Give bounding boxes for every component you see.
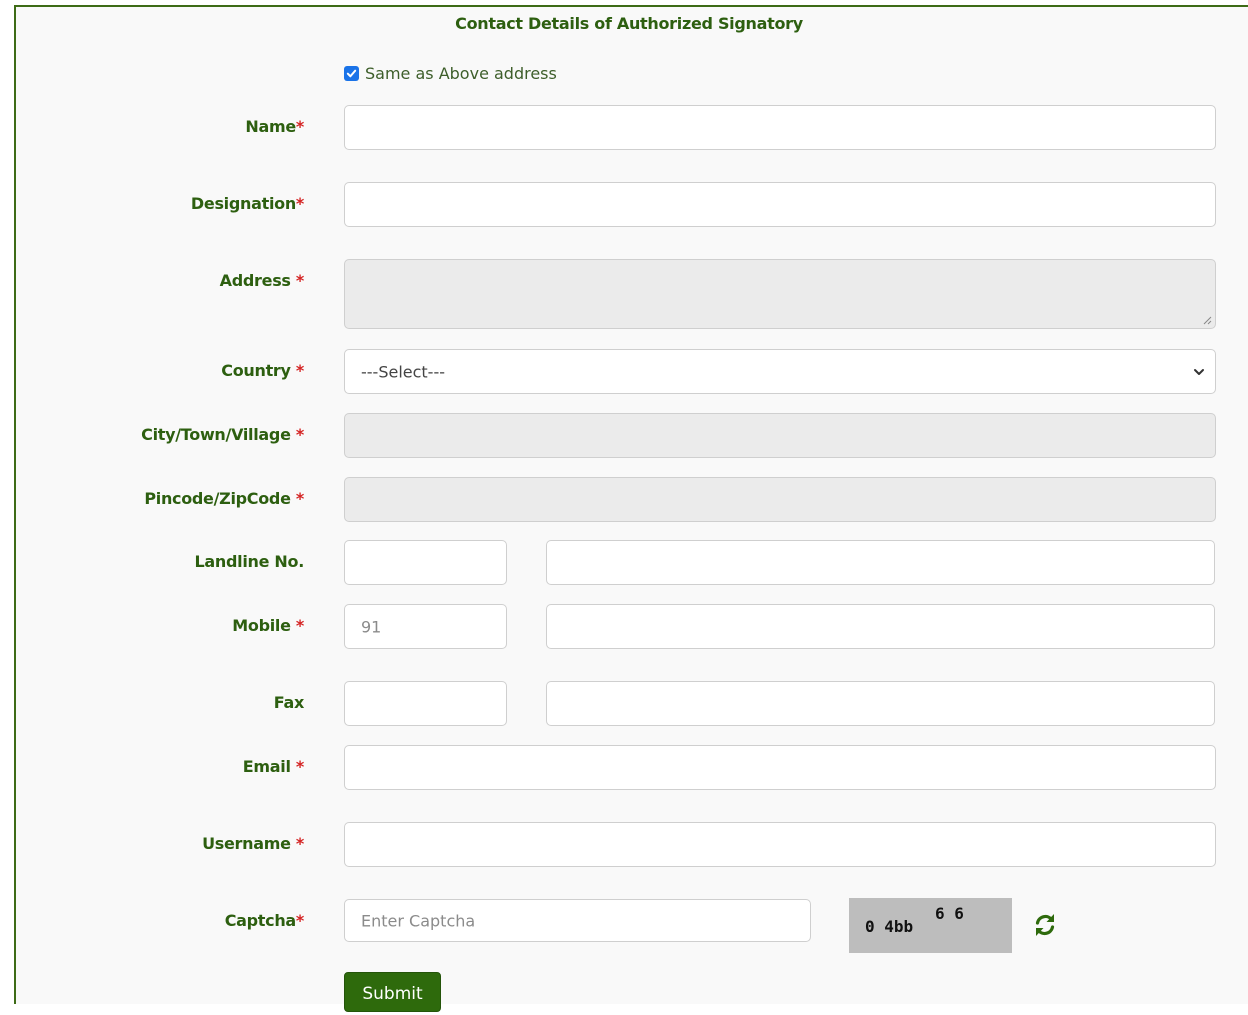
required-mark: * [295,616,304,635]
required-mark: * [295,361,304,380]
landline-label: Landline No. [194,552,305,571]
submit-button[interactable]: Submit [344,972,441,1012]
required-mark: * [295,757,304,776]
city-input[interactable] [344,413,1216,458]
required-mark: * [295,489,304,508]
landline-code-input[interactable] [344,540,507,585]
required-mark: * [295,425,304,444]
mobile-number-input[interactable] [546,604,1215,649]
address-textarea[interactable] [344,259,1216,329]
refresh-icon[interactable] [1031,911,1059,939]
mobile-code-input[interactable]: 91 [344,604,507,649]
pincode-input[interactable] [344,477,1216,522]
fax-number-input[interactable] [546,681,1215,726]
email-input[interactable] [344,745,1216,790]
name-label: Name* [245,117,304,136]
same-address-checkbox-row[interactable]: Same as Above address [344,62,557,84]
username-input[interactable] [344,822,1216,867]
mobile-code-placeholder: 91 [361,617,382,636]
required-mark: * [295,271,304,290]
captcha-label: Captcha* [224,911,305,930]
username-label: Username * [202,834,304,853]
city-label: City/Town/Village * [141,425,304,444]
address-label: Address * [219,271,305,290]
captcha-text-main: 0 4bb [865,917,914,936]
form-title: Contact Details of Authorized Signatory [455,14,803,33]
captcha-text-raised: 6 6 [935,904,964,923]
resize-handle-icon[interactable] [1202,315,1212,325]
chevron-down-icon [1194,368,1204,375]
checkmark-icon [346,69,357,77]
landline-number-input[interactable] [546,540,1215,585]
required-mark: * [295,834,304,853]
same-address-label: Same as Above address [365,63,557,83]
fax-code-input[interactable] [344,681,507,726]
captcha-placeholder: Enter Captcha [361,911,476,930]
country-select[interactable]: ---Select--- [344,349,1216,394]
designation-label: Designation* [190,194,304,213]
name-input[interactable] [344,105,1216,150]
captcha-image: 0 4bb 6 6 [849,898,1012,953]
email-label: Email * [242,757,305,776]
country-label: Country * [221,361,304,380]
required-mark: * [295,117,304,136]
fax-label: Fax [273,693,305,712]
required-mark: * [295,194,304,213]
designation-input[interactable] [344,182,1216,227]
country-selected-value: ---Select--- [361,362,445,381]
required-mark: * [295,911,304,930]
mobile-label: Mobile * [232,616,304,635]
pincode-label: Pincode/ZipCode * [144,489,304,508]
same-address-checkbox[interactable] [344,65,359,81]
captcha-input[interactable]: Enter Captcha [344,899,811,942]
